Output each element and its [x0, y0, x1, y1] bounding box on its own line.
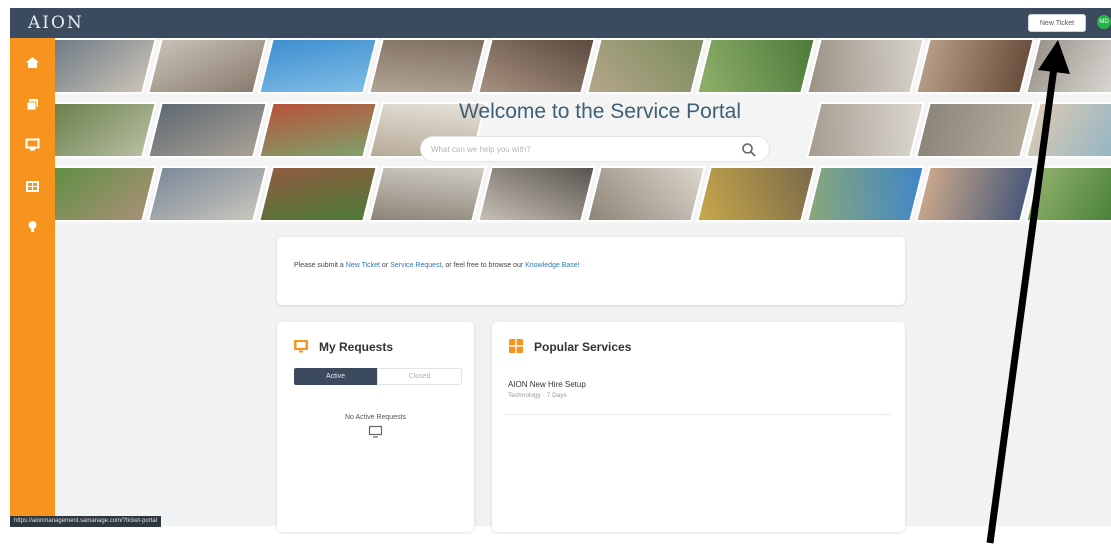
aion-logo[interactable]: AION: [28, 13, 84, 33]
catalog-icon[interactable]: [25, 180, 40, 193]
welcome-heading: Welcome to the Service Portal: [458, 100, 742, 123]
banner-photo-tile: [1025, 166, 1111, 222]
banner-photo-tile: [258, 38, 378, 94]
top-navbar: AION New Ticket MD: [10, 8, 1111, 38]
banner-photo-tile: [147, 166, 268, 222]
banner-photo-tile: [586, 166, 706, 222]
service-item-meta: Technology · 7 Days: [508, 392, 567, 399]
my-requests-title: My Requests: [319, 340, 394, 354]
banner-photo-tile: [147, 38, 268, 94]
popular-services-card: Popular Services AION New Hire Setup Tec…: [492, 322, 905, 532]
knowledge-base-link[interactable]: Knowledge Base!: [525, 262, 579, 269]
copy-icon[interactable]: [25, 98, 40, 111]
search-input[interactable]: [431, 141, 731, 158]
banner-photo-tile: [915, 38, 1035, 94]
hero-banner: Welcome to the Service Portal: [55, 38, 1111, 225]
tab-closed[interactable]: Closed: [377, 368, 462, 385]
banner-photo-tile: [477, 166, 596, 222]
banner-photo-tile: [915, 102, 1035, 158]
new-ticket-button[interactable]: New Ticket: [1028, 14, 1086, 32]
banner-photo-tile: [477, 38, 596, 94]
requests-icon: [294, 340, 308, 353]
divider: [504, 414, 892, 415]
new-ticket-link[interactable]: New Ticket: [346, 262, 380, 269]
empty-requests-text: No Active Requests: [344, 414, 407, 421]
search-bar[interactable]: [420, 136, 770, 162]
banner-photo-tile: [586, 38, 706, 94]
tv-icon[interactable]: [25, 138, 40, 151]
my-requests-card: My Requests Active Closed No Active Requ…: [277, 322, 474, 532]
banner-photo-tile: [1025, 102, 1111, 158]
banner-photo-tile: [368, 166, 487, 222]
banner-photo-tile: [1025, 38, 1111, 94]
banner-photo-tile: [258, 166, 378, 222]
banner-photo-tile: [368, 38, 487, 94]
banner-photo-tile: [915, 166, 1035, 222]
tab-active[interactable]: Active: [294, 368, 377, 385]
main-content: Please submit a New Ticket or Service Re…: [55, 225, 1111, 532]
search-icon[interactable]: [741, 142, 757, 158]
banner-photo-tile: [147, 102, 268, 158]
intro-text-part: Please submit a: [294, 262, 346, 269]
monitor-icon: [368, 425, 383, 438]
sidebar: [10, 38, 55, 526]
lightbulb-icon[interactable]: [25, 220, 40, 233]
banner-photo-tile: [806, 38, 925, 94]
banner-photo-tile: [55, 166, 157, 222]
banner-photo-tile: [55, 102, 157, 158]
user-avatar[interactable]: MD: [1097, 15, 1111, 29]
banner-photo-tile: [806, 166, 925, 222]
intro-text: Please submit a New Ticket or Service Re…: [294, 262, 580, 269]
banner-photo-tile: [806, 102, 925, 158]
intro-text-part: or: [379, 262, 391, 269]
service-item-name[interactable]: AION New Hire Setup: [508, 380, 586, 389]
intro-text-part: , or feel free to browse our: [441, 262, 526, 269]
popular-services-title: Popular Services: [534, 340, 632, 354]
banner-photo-tile: [55, 38, 157, 94]
banner-photo-tile: [258, 102, 378, 158]
banner-photo-tile: [696, 166, 816, 222]
browser-status-url: https://aionmanagement.samanage.com/?tic…: [10, 516, 162, 527]
service-request-link[interactable]: Service Request: [390, 262, 441, 269]
grid-icon: [509, 339, 523, 353]
service-portal-page: AION New Ticket MD Welcome to the Servic…: [0, 0, 1111, 548]
banner-photo-tile: [696, 38, 816, 94]
home-icon[interactable]: [25, 56, 40, 69]
intro-card: Please submit a New Ticket or Service Re…: [277, 237, 905, 305]
